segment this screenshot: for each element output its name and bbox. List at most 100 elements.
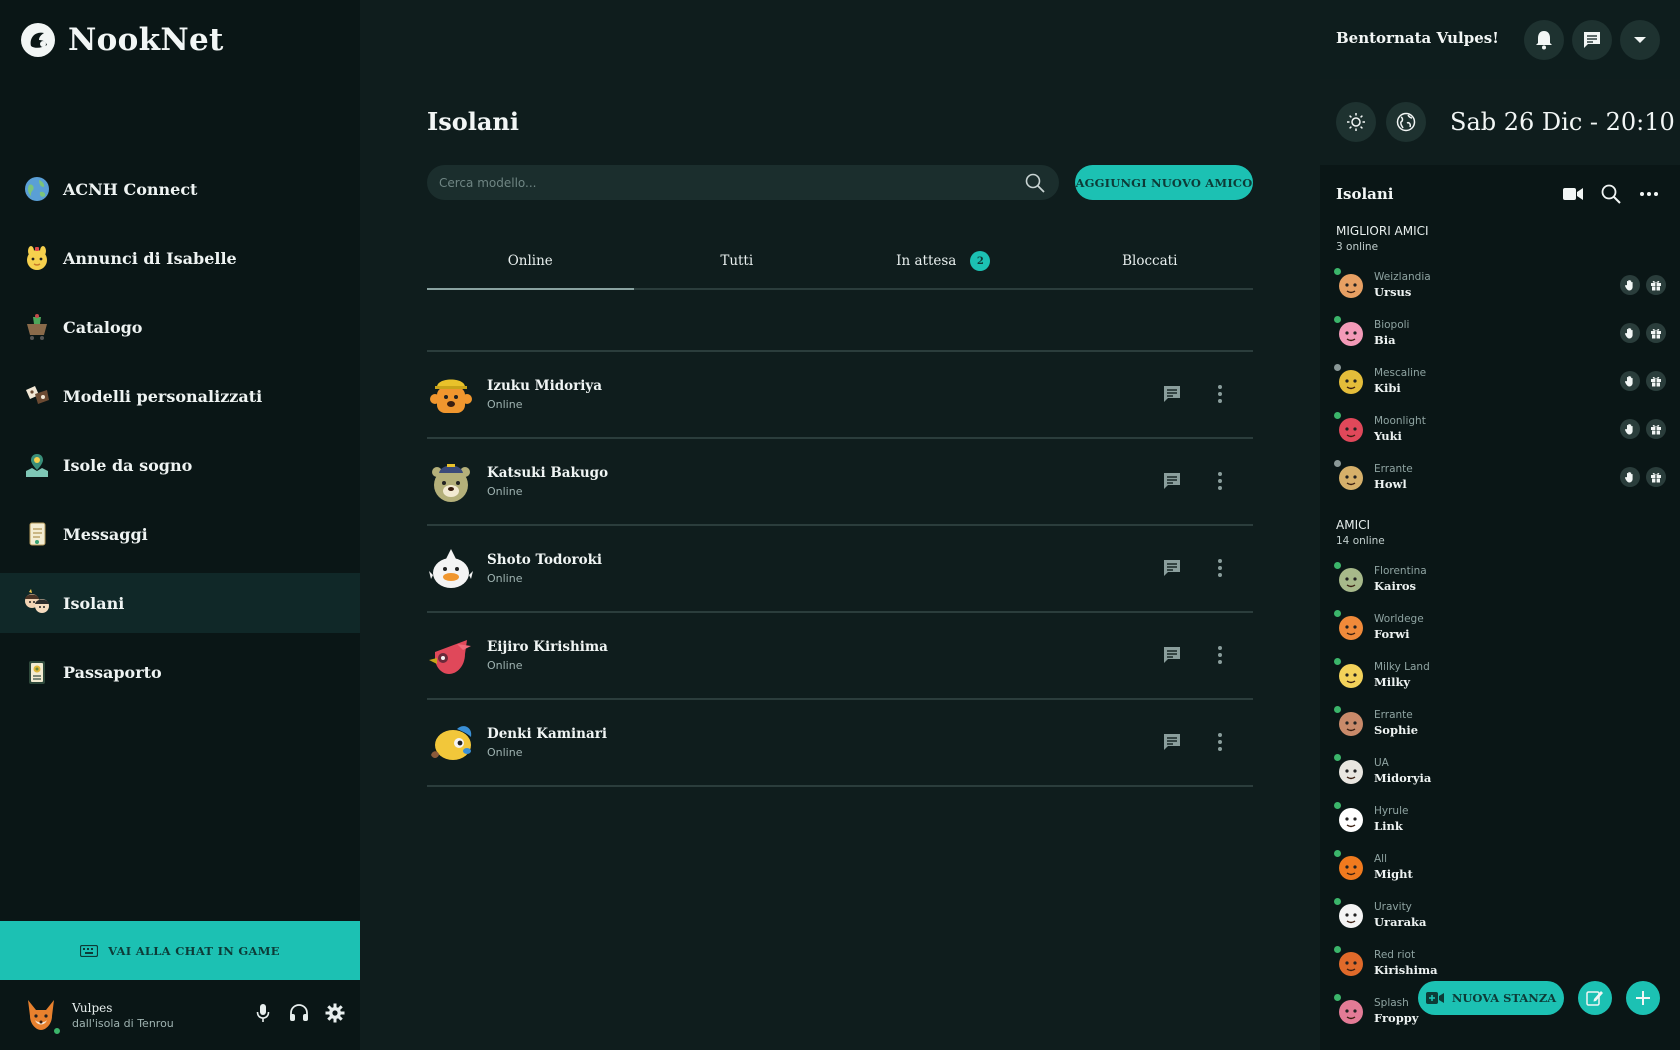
game-chat-button[interactable]: VAI ALLA CHAT IN GAME [0,921,360,980]
list-item[interactable]: Milky Land Milky [1334,653,1666,697]
status-dot [1334,364,1341,371]
globe-icon [1396,112,1416,132]
friend-text: Shoto Todoroki Online [487,552,602,585]
friend-row[interactable]: Denki Kaminari Online [427,700,1253,787]
app-logo[interactable]: NookNet [20,22,224,58]
more-vertical-icon[interactable] [1209,644,1231,666]
microphone-icon[interactable] [252,1002,274,1024]
list-item[interactable]: Worldege Forwi [1334,605,1666,649]
add-button[interactable] [1626,981,1660,1015]
avatar [1334,364,1366,396]
tab-tutti[interactable]: Tutti [634,240,841,288]
chat-bubble-icon[interactable] [1161,557,1183,579]
list-item[interactable]: Mescaline Kibi [1334,359,1666,403]
list-item[interactable]: Errante Howl [1334,455,1666,499]
list-item[interactable]: Florentina Kairos [1334,557,1666,601]
search-icon[interactable] [1025,173,1045,197]
friend-actions [1161,383,1231,405]
section-online-count: 14 online [1336,535,1385,547]
wave-hand-icon[interactable] [1620,323,1640,343]
account-menu-button[interactable] [1620,20,1660,60]
villager-avatar-icon [1339,952,1363,976]
theme-toggle-button[interactable] [1336,102,1376,142]
headphones-icon[interactable] [288,1002,310,1024]
notifications-button[interactable] [1524,20,1564,60]
messages-button[interactable] [1572,20,1612,60]
wave-hand-icon[interactable] [1620,275,1640,295]
wave-hand-icon[interactable] [1620,467,1640,487]
section-online-count: 3 online [1336,241,1379,253]
compose-button[interactable] [1578,981,1612,1015]
friend-row[interactable]: Katsuki Bakugo Online [427,439,1253,526]
gift-icon[interactable] [1646,467,1666,487]
more-vertical-icon[interactable] [1209,470,1231,492]
island-name: Hyrule [1374,805,1409,817]
list-item[interactable]: Biopoli Bia [1334,311,1666,355]
list-item[interactable]: Errante Sophie [1334,701,1666,745]
sidebar-item-isole-da-sogno[interactable]: Isole da sogno [0,435,360,495]
sidebar-item-passaporto[interactable]: Passaporto [0,642,360,702]
sidebar-item-messaggi[interactable]: Messaggi [0,504,360,564]
wave-hand-icon[interactable] [1620,371,1640,391]
new-room-button[interactable]: NUOVA STANZA [1418,981,1564,1015]
video-camera-icon[interactable] [1562,183,1584,205]
list-item[interactable]: Uravity Uraraka [1334,893,1666,937]
list-item-text: Milky Land Milky [1374,661,1430,689]
gift-icon[interactable] [1646,371,1666,391]
avatar[interactable] [22,996,62,1036]
clock-actions [1336,102,1426,142]
wave-hand-icon[interactable] [1620,419,1640,439]
chat-bubble-icon[interactable] [1161,383,1183,405]
sidebar-item-isolani[interactable]: Isolani [0,573,360,633]
bell-icon [1536,31,1552,50]
list-item[interactable]: Red riot Kirishima [1334,941,1666,985]
gift-icon[interactable] [1646,275,1666,295]
user-name: Vulpes [72,1000,113,1015]
status-dot [1334,412,1341,419]
islanders-icon [22,588,52,618]
sidebar-item-catalogo[interactable]: Catalogo [0,297,360,357]
more-vertical-icon[interactable] [1209,731,1231,753]
chat-bubble-icon[interactable] [1161,470,1183,492]
villager-white-bird-icon [429,548,473,588]
search-input[interactable] [439,175,1019,190]
list-item-text: Splash Froppy [1374,997,1418,1025]
more-horizontal-icon[interactable] [1638,183,1660,205]
list-item[interactable]: Hyrule Link [1334,797,1666,841]
chat-bubble-icon[interactable] [1161,731,1183,753]
gear-icon[interactable] [324,1002,346,1024]
friend-actions [1161,470,1231,492]
tab-in-attesa[interactable]: In attesa 2 [840,240,1047,288]
top-actions [1524,20,1660,60]
list-item[interactable]: UA Midoryia [1334,749,1666,793]
friend-row[interactable]: Izuku Midoriya Online [427,352,1253,439]
gift-icon[interactable] [1646,323,1666,343]
panel-title: Isolani [1336,185,1394,203]
sidebar-item-annunci-di-isabelle[interactable]: Annunci di Isabelle [0,228,360,288]
language-button[interactable] [1386,102,1426,142]
villager-name: Howl [1374,477,1407,491]
tabs: Online Tutti In attesa 2 Bloccati [427,240,1253,290]
avatar [1334,754,1366,786]
tab-online[interactable]: Online [427,240,634,290]
more-vertical-icon[interactable] [1209,383,1231,405]
sidebar-item-modelli-personalizzati[interactable]: Modelli personalizzati [0,366,360,426]
chat-bubble-icon[interactable] [1161,644,1183,666]
friend-row[interactable]: Shoto Todoroki Online [427,526,1253,613]
list-item[interactable]: Weizlandia Ursus [1334,263,1666,307]
search-icon[interactable] [1600,183,1622,205]
villager-name: Ursus [1374,285,1412,299]
island-name: Mescaline [1374,367,1427,379]
gift-icon[interactable] [1646,419,1666,439]
list-item[interactable]: All Might [1334,845,1666,889]
villager-name: Kibi [1374,381,1401,395]
sidebar-item-acnh-connect[interactable]: ACNH Connect [0,159,360,219]
more-vertical-icon[interactable] [1209,557,1231,579]
list-item[interactable]: Moonlight Yuki [1334,407,1666,451]
tab-bloccati[interactable]: Bloccati [1047,240,1254,288]
villager-avatar-icon [1339,370,1363,394]
add-friend-button[interactable]: AGGIUNGI NUOVO AMICO [1075,165,1253,200]
friend-row[interactable]: Eijiro Kirishima Online [427,613,1253,700]
list-item-actions [1620,371,1666,391]
left-sidebar: NookNet ACNH Connect Annunci di Isabelle… [0,0,360,1050]
